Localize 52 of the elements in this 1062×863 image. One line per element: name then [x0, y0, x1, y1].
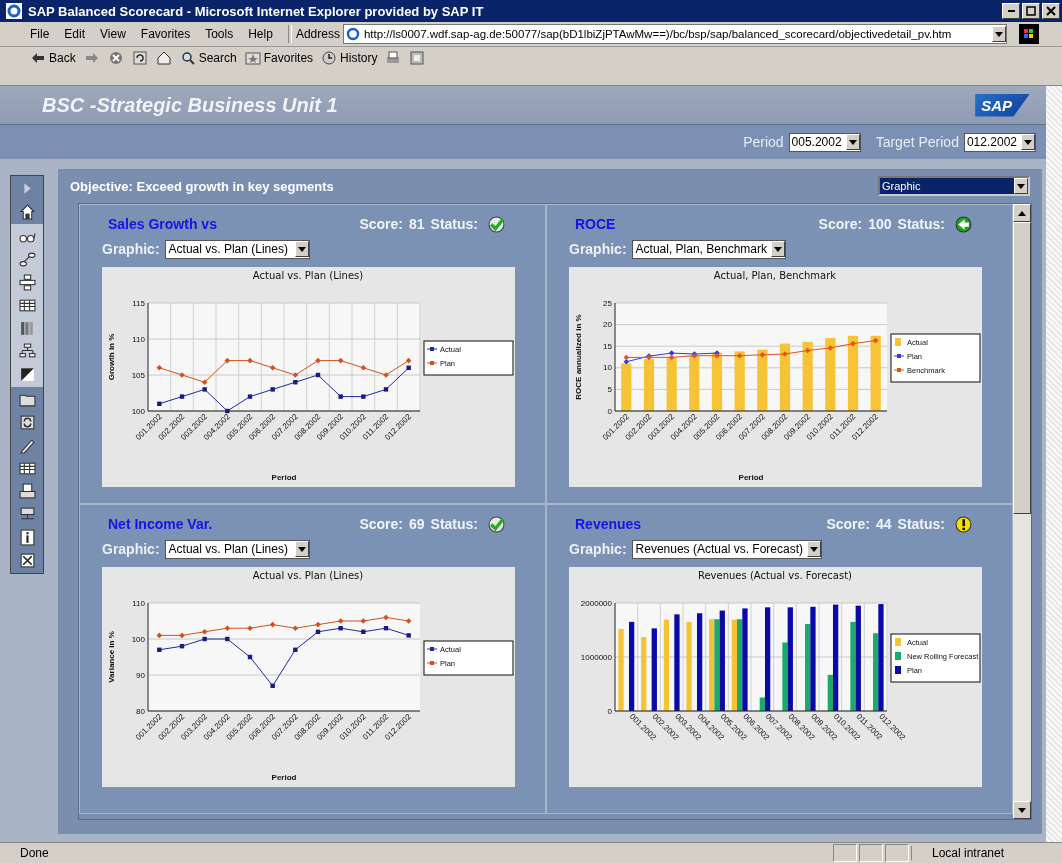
- status-label: Status:: [430, 516, 478, 532]
- status-label: Status:: [897, 216, 945, 232]
- period-label: Period: [743, 134, 784, 150]
- chart-title: Actual, Plan, Benchmark: [713, 270, 837, 281]
- status-label: Status:: [430, 216, 478, 232]
- axis-label: 90: [136, 670, 145, 680]
- axis-label: 25: [603, 298, 612, 308]
- axis-label: 1000000: [580, 652, 612, 662]
- sap-logo: SAP: [975, 93, 1030, 117]
- graphic-label: Graphic:: [569, 541, 627, 557]
- page-title: BSC -Strategic Business Unit 1: [42, 93, 338, 117]
- target-period-label: Target Period: [875, 134, 959, 150]
- axis-label: 110: [132, 598, 145, 608]
- axis-title: Period: [271, 473, 297, 482]
- axis-title: Period: [738, 473, 764, 482]
- chart-title: Actual vs. Plan (Lines): [252, 570, 364, 581]
- objective-title: Objective: Exceed growth in key segments: [70, 178, 334, 194]
- axis-label: 20: [603, 320, 612, 330]
- axis-title: Growth in %: [107, 333, 116, 381]
- address-label: Address: [295, 27, 340, 41]
- axis-label: 105: [131, 370, 145, 380]
- axis-label: 100: [131, 634, 145, 644]
- axis-title: Variance in %: [107, 631, 116, 683]
- chart-title: Actual vs. Plan (Lines): [252, 270, 364, 281]
- axis-title: Period: [271, 773, 297, 782]
- axis-label: 115: [132, 298, 145, 308]
- axis-title: ROCE annualized in %: [574, 314, 583, 400]
- score-value: 81: [408, 216, 425, 232]
- score-label: Score:: [818, 216, 863, 232]
- axis-label: 15: [603, 341, 612, 351]
- chart-title: Revenues (Actual vs. Forecast): [697, 570, 853, 581]
- score-value: 100: [868, 216, 892, 232]
- score-label: Score:: [359, 216, 403, 232]
- axis-label: 0: [607, 706, 612, 716]
- axis-label: 2000000: [580, 598, 612, 608]
- axis-label: 80: [136, 706, 145, 716]
- status-text: Done: [20, 846, 50, 860]
- window-title: SAP Balanced Scorecard - Microsoft Internet Explorer provided by SAP IT: [28, 3, 485, 19]
- status-label: Status:: [897, 516, 945, 532]
- score-value: 69: [408, 516, 425, 532]
- graphic-label: Graphic:: [102, 241, 160, 257]
- zone-indicator: Local intranet: [911, 846, 1062, 860]
- graphic-label: Graphic:: [102, 541, 160, 557]
- axis-label: 0: [607, 406, 612, 416]
- score-value: 44: [875, 516, 892, 532]
- axis-label: 5: [607, 384, 612, 394]
- score-label: Score:: [826, 516, 870, 532]
- axis-label: 10: [603, 363, 612, 373]
- axis-label: 110: [132, 334, 145, 344]
- axis-label: 100: [131, 406, 145, 416]
- graphic-label: Graphic:: [569, 241, 627, 257]
- score-label: Score:: [359, 516, 403, 532]
